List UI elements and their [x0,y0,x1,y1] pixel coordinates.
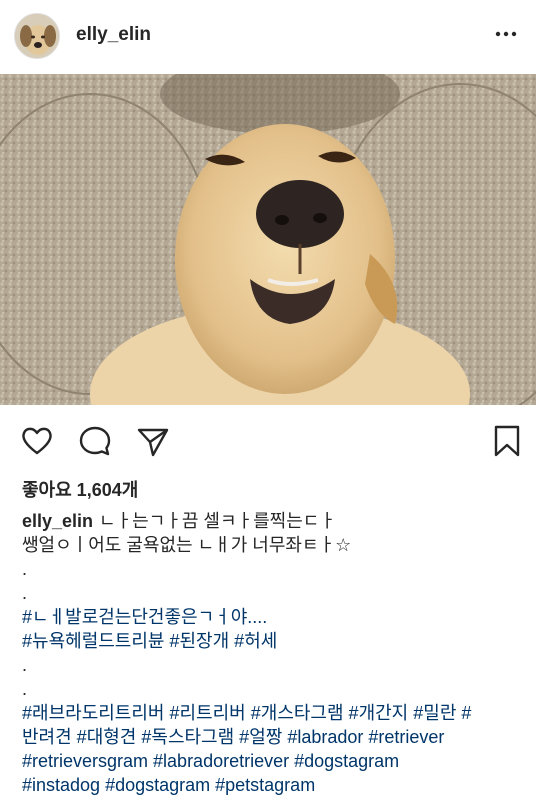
caption-line: elly_elin ㄴㅏ는ㄱㅏ끔 셀ㅋㅏ를찍는ㄷㅏ [22,509,522,533]
caption-username[interactable]: elly_elin [22,511,93,531]
caption-dot: . [22,679,28,699]
hashtag-line[interactable]: #retrieversgram #labradoretriever #dogst… [22,749,522,773]
share-icon[interactable] [136,424,170,458]
heart-icon[interactable] [20,424,54,458]
comment-icon[interactable] [78,424,112,458]
hashtag-line[interactable]: #instadog #dogstagram #petstagram [22,773,522,797]
hashtag-line[interactable]: #래브라도리트리버 #리트리버 #개스타그램 #개간지 #밀란 # [22,701,522,725]
bookmark-icon[interactable] [490,424,524,458]
post-header: elly_elin [0,0,536,72]
caption-text: ㄴㅏ는ㄱㅏ끔 셀ㅋㅏ를찍는ㄷㅏ [99,511,336,531]
caption-dot: . [22,655,28,675]
caption-dot: . [22,583,28,603]
hashtag-line[interactable]: #ㄴㅔ발로걷는단건좋은ㄱㅓ야.... [22,605,522,629]
caption-line: 쌩얼ㅇㅣ어도 굴욕없는 ㄴㅐ가 너무좌ㅌㅏ☆ [22,535,352,555]
post-username[interactable]: elly_elin [76,24,151,46]
hashtag-line[interactable]: #뉴욕헤럴드트리뷴 #된장개 #허세 [22,629,522,653]
post-caption: elly_elin ㄴㅏ는ㄱㅏ끔 셀ㅋㅏ를찍는ㄷㅏ 쌩얼ㅇㅣ어도 굴욕없는 ㄴㅐ가… [22,509,522,797]
likes-count[interactable]: 좋아요 1,604개 [22,476,138,502]
avatar[interactable] [14,13,60,59]
post-photo[interactable] [0,74,536,405]
caption-dot: . [22,559,28,579]
hashtag-line[interactable]: 반려견 #대형견 #독스타그램 #얼짱 #labrador #retriever [22,725,522,749]
action-bar [0,418,536,462]
more-options-icon[interactable] [494,22,518,46]
